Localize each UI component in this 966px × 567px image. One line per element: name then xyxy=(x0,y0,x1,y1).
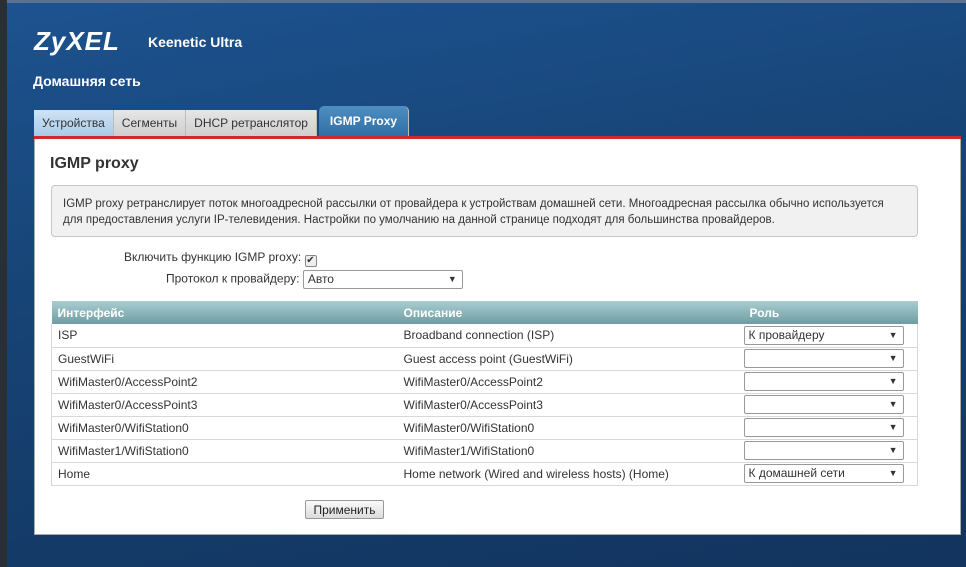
role-select[interactable]: К провайдеру ▼ xyxy=(743,325,904,345)
description-cell: Broadband connection (ISP) xyxy=(397,324,744,348)
interface-cell: ISP xyxy=(51,324,398,348)
interface-cell: Home xyxy=(51,462,398,486)
section-title: Домашняя сеть xyxy=(33,73,141,89)
chevron-down-icon: ▼ xyxy=(888,329,898,340)
role-select[interactable]: ▼ xyxy=(743,372,904,391)
role-select[interactable]: ▼ xyxy=(743,349,904,368)
table-row: GuestWiFi Guest access point (GuestWiFi)… xyxy=(51,347,918,371)
description-cell: WifiMaster1/WifiStation0 xyxy=(397,439,744,463)
protocol-row: Протокол к провайдеру: Авто ▼ xyxy=(166,270,463,289)
tab-devices[interactable]: Устройства xyxy=(34,110,114,136)
role-value: К домашней сети xyxy=(748,466,845,480)
chevron-down-icon: ▼ xyxy=(888,445,898,455)
role-select[interactable]: К домашней сети ▼ xyxy=(743,464,904,483)
role-select[interactable]: ▼ xyxy=(743,418,904,437)
enable-row: Включить функцию IGMP proxy: ✔ xyxy=(124,250,317,267)
role-cell: К провайдеру ▼ xyxy=(743,324,918,348)
protocol-value: Авто xyxy=(307,272,334,286)
table-row: WifiMaster1/WifiStation0 WifiMaster1/Wif… xyxy=(51,439,918,463)
interface-cell: GuestWiFi xyxy=(51,347,398,371)
protocol-select[interactable]: Авто ▼ xyxy=(302,270,463,289)
tab-igmp-proxy[interactable]: IGMP Proxy xyxy=(318,106,410,136)
table-row: WifiMaster0/AccessPoint3 WifiMaster0/Acc… xyxy=(51,393,918,417)
role-cell: ▼ xyxy=(743,393,918,417)
description-cell: Guest access point (GuestWiFi) xyxy=(397,347,744,371)
tab-dhcp-relay[interactable]: DHCP ретранслятор xyxy=(186,110,317,136)
chevron-down-icon: ▼ xyxy=(888,376,898,386)
interface-cell: WifiMaster0/AccessPoint2 xyxy=(51,370,398,394)
table-row: Home Home network (Wired and wireless ho… xyxy=(51,462,918,486)
info-box: IGMP proxy ретранслирует поток многоадре… xyxy=(51,185,918,237)
interface-cell: WifiMaster1/WifiStation0 xyxy=(51,439,398,463)
description-cell: WifiMaster0/AccessPoint3 xyxy=(397,393,744,417)
interface-cell: WifiMaster0/AccessPoint3 xyxy=(51,393,398,417)
col-interface: Интерфейс xyxy=(51,301,398,324)
col-role: Роль xyxy=(743,301,918,324)
col-description: Описание xyxy=(397,301,744,324)
role-cell: ▼ xyxy=(743,416,918,440)
tab-segments[interactable]: Сегменты xyxy=(113,110,187,136)
role-cell: ▼ xyxy=(743,370,918,394)
description-cell: WifiMaster0/WifiStation0 xyxy=(397,416,744,440)
table-row: ISP Broadband connection (ISP) К провайд… xyxy=(51,324,918,348)
chevron-down-icon: ▼ xyxy=(447,274,457,284)
window-top-border xyxy=(0,0,966,3)
igmp-panel: IGMP proxy IGMP proxy ретранслирует пото… xyxy=(34,139,961,535)
chevron-down-icon: ▼ xyxy=(888,399,898,409)
chevron-down-icon: ▼ xyxy=(888,353,898,363)
description-cell: WifiMaster0/AccessPoint2 xyxy=(397,370,744,394)
role-cell: ▼ xyxy=(743,439,918,463)
tab-bar: Устройства Сегменты DHCP ретранслятор IG… xyxy=(34,106,410,136)
model-name: Keenetic Ultra xyxy=(148,34,243,50)
role-cell: ▼ xyxy=(743,347,918,371)
chevron-down-icon: ▼ xyxy=(888,422,898,432)
interfaces-table: Интерфейс Описание Роль ISP Broadband co… xyxy=(51,301,918,486)
role-cell: К домашней сети ▼ xyxy=(743,462,918,486)
panel-title: IGMP proxy xyxy=(50,155,139,172)
enable-checkbox[interactable]: ✔ xyxy=(304,255,317,267)
protocol-label: Протокол к провайдеру: xyxy=(166,271,300,286)
role-select[interactable]: ▼ xyxy=(743,395,904,414)
window-left-border xyxy=(0,0,7,567)
table-row: WifiMaster0/WifiStation0 WifiMaster0/Wif… xyxy=(51,416,918,440)
description-cell: Home network (Wired and wireless hosts) … xyxy=(397,462,744,486)
interface-cell: WifiMaster0/WifiStation0 xyxy=(51,416,398,440)
enable-label: Включить функцию IGMP proxy: xyxy=(124,250,302,264)
role-value: К провайдеру xyxy=(748,327,825,342)
table-row: WifiMaster0/AccessPoint2 WifiMaster0/Acc… xyxy=(51,370,918,394)
apply-button[interactable]: Применить xyxy=(305,500,384,519)
role-select[interactable]: ▼ xyxy=(743,441,904,460)
chevron-down-icon: ▼ xyxy=(888,468,898,478)
zyxel-logo: ZyXEL xyxy=(34,26,120,56)
